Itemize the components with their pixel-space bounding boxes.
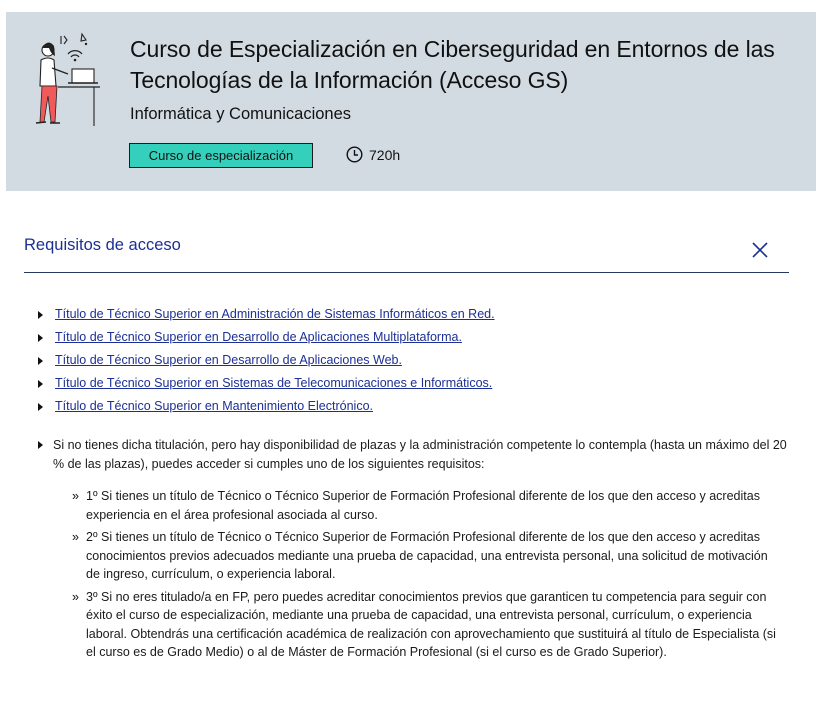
double-arrow-icon: » [72,489,79,503]
alternative-requirement: Si no tienes dicha titulación, pero hay … [38,436,788,473]
double-arrow-icon: » [72,589,79,604]
hours-value: 720h [369,146,401,163]
list-item: » 1º Si tienes un título de Técnico o Téc… [72,487,780,524]
course-header: Curso de Especialización en Cibersegurid… [6,12,816,191]
title-link[interactable]: Título de Técnico Superior en Desarrollo… [55,352,402,369]
close-icon[interactable] [750,240,770,260]
title-link[interactable]: Título de Técnico Superior en Administra… [55,306,495,323]
clock-icon [346,146,363,163]
section-divider [24,272,789,273]
bullet-arrow-icon [38,334,43,342]
title-link[interactable]: Título de Técnico Superior en Desarrollo… [55,329,462,346]
bullet-arrow-icon [38,403,43,411]
requirement-option: 3º Si no eres titulado/a en FP, pero pue… [86,589,776,660]
professional-family: Informática y Comunicaciones [130,105,352,123]
requirement-intro: Si no tienes dicha titulación, pero hay … [53,438,787,471]
bullet-arrow-icon [38,357,43,365]
requirement-option: 2º Si tienes un título de Técnico o Técn… [86,530,768,581]
double-arrow-icon: » [72,530,79,544]
list-item: Título de Técnico Superior en Desarrollo… [38,352,495,375]
list-item: » 3º Si no eres titulado/a en FP, pero pu… [72,588,780,662]
course-title: Curso de Especialización en Cibersegurid… [130,36,775,93]
bullet-arrow-icon [38,380,43,388]
list-item: Título de Técnico Superior en Sistemas d… [38,375,495,398]
list-item: Título de Técnico Superior en Administra… [38,306,495,329]
access-titles-list: Título de Técnico Superior en Administra… [38,306,495,421]
title-link[interactable]: Título de Técnico Superior en Sistemas d… [55,375,492,392]
requirement-option: 1º Si tienes un título de Técnico o Técn… [86,489,760,522]
section-title[interactable]: Requisitos de acceso [24,236,181,255]
bullet-arrow-icon [38,441,43,449]
course-type-badge: Curso de especialización [129,143,313,168]
requirement-options-list: » 1º Si tienes un título de Técnico o Téc… [72,487,780,666]
list-item: » 2º Si tienes un título de Técnico o Téc… [72,528,780,584]
list-item: Título de Técnico Superior en Desarrollo… [38,329,495,352]
person-at-computer-illustration [35,32,100,126]
course-hours: 720h [346,146,400,163]
title-link[interactable]: Título de Técnico Superior en Mantenimie… [55,398,373,415]
bullet-arrow-icon [38,311,43,319]
list-item: Título de Técnico Superior en Mantenimie… [38,398,495,421]
